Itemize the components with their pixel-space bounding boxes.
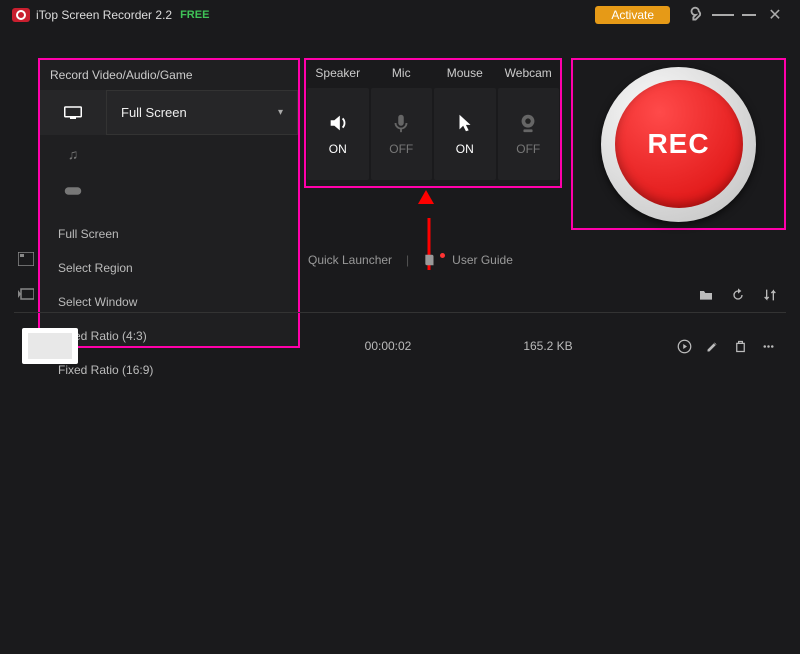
music-note-icon: ♫ [68,146,79,162]
book-icon [423,253,437,267]
webcam-icon [517,112,539,134]
gamepad-icon [64,184,82,198]
more-icon[interactable] [758,336,778,356]
key-icon[interactable] [686,4,708,26]
quick-row: Quick Launcher | User Guide [0,246,800,274]
device-mouse[interactable]: Mouse ON [433,60,497,186]
device-speaker[interactable]: Speaker ON [306,60,370,186]
menu-icon[interactable] [712,12,734,18]
device-speaker-label: Speaker [306,60,370,86]
chevron-down-icon: ▾ [278,107,283,118]
recordings-list: 00:00:02 165.2 KB [0,322,800,370]
list-toolbar [0,280,800,310]
device-mic-label: Mic [370,60,434,86]
monitor-icon [64,106,82,120]
sort-icon[interactable] [762,287,778,303]
tab-game[interactable] [40,172,106,209]
record-panel-title: Record Video/Audio/Game [40,60,298,90]
mic-icon [390,112,412,134]
activate-button[interactable]: Activate [595,6,670,24]
close-button[interactable]: ✕ [764,5,786,25]
divider [14,312,786,313]
record-button[interactable]: REC [601,67,756,222]
device-mic[interactable]: Mic OFF [370,60,434,186]
cursor-icon [454,112,476,134]
play-icon[interactable] [674,336,694,356]
user-guide-link[interactable]: User Guide [423,253,513,267]
rec-panel: REC [571,58,786,230]
arrow-annotation-icon [424,190,434,204]
separator: | [406,253,409,267]
quick-launcher-link[interactable]: Quick Launcher [308,253,392,267]
titlebar: iTop Screen Recorder 2.2 FREE Activate ✕ [0,0,800,30]
device-webcam-state: OFF [516,142,540,156]
delete-icon[interactable] [730,336,750,356]
quick-launcher-label: Quick Launcher [308,253,392,267]
tab-screen[interactable] [40,90,106,135]
app-window: iTop Screen Recorder 2.2 FREE Activate ✕… [0,0,800,654]
device-speaker-state: ON [329,142,347,156]
device-webcam-label: Webcam [497,60,561,86]
edit-icon[interactable] [702,336,722,356]
main-area: Record Video/Audio/Game Full Screen ▾ ♫ [0,30,800,220]
device-mouse-label: Mouse [433,60,497,86]
folder-icon[interactable] [698,287,714,303]
tab-audio[interactable]: ♫ [40,135,106,172]
free-tag: FREE [180,9,209,21]
recording-row[interactable]: 00:00:02 165.2 KB [0,322,800,370]
recording-duration: 00:00:02 [298,339,478,353]
app-title: iTop Screen Recorder 2.2 [36,8,172,22]
user-guide-label: User Guide [452,253,513,267]
minimize-button[interactable] [738,14,760,16]
recording-thumbnail [22,328,78,364]
record-button-label: REC [615,80,743,208]
mode-select[interactable]: Full Screen ▾ [106,90,298,135]
app-logo-icon [12,8,30,22]
speaker-icon [327,112,349,134]
recording-size: 165.2 KB [478,339,618,353]
device-mic-state: OFF [389,142,413,156]
device-mouse-state: ON [456,142,474,156]
refresh-icon[interactable] [730,287,746,303]
device-webcam[interactable]: Webcam OFF [497,60,561,186]
devices-panel: Speaker ON Mic OFF Mouse ON [304,58,562,188]
notification-dot-icon [440,253,445,258]
mode-selected-label: Full Screen [121,105,187,120]
